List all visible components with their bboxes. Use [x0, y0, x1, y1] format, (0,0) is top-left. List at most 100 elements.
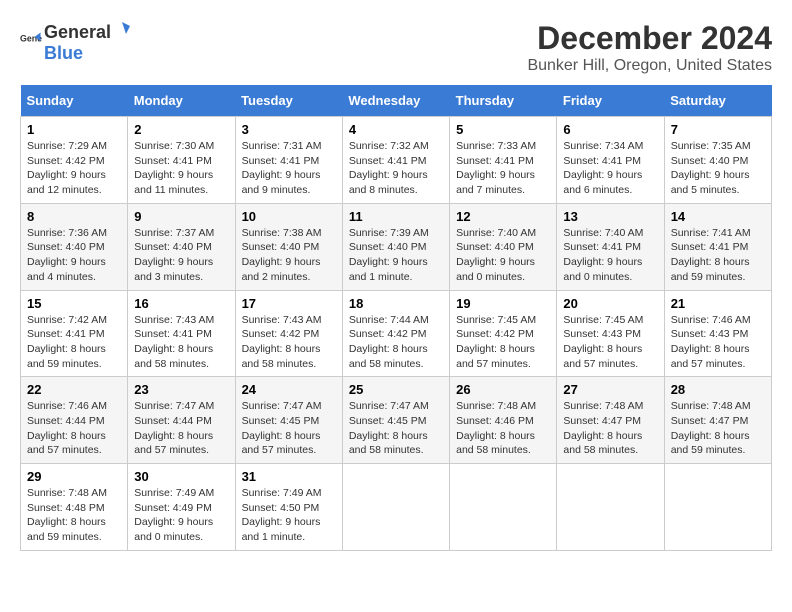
calendar-cell: 24Sunrise: 7:47 AM Sunset: 4:45 PM Dayli…	[235, 377, 342, 464]
calendar-week-row: 15 Sunrise: 7:42 AM Sunset: 4:41 PM Dayli…	[21, 290, 772, 377]
day-number: 17	[242, 296, 336, 311]
title-area: December 2024 Bunker Hill, Oregon, Unite…	[527, 20, 772, 75]
calendar-cell: 11 Sunrise: 7:39 AM Sunset: 4:40 PM Dayli…	[342, 203, 449, 290]
calendar-cell: 9 Sunrise: 7:37 AM Sunset: 4:40 PM Daylig…	[128, 203, 235, 290]
day-info: Sunrise: 7:46 AM Sunset: 4:43 PM Dayligh…	[671, 313, 765, 372]
calendar-cell: 27Sunrise: 7:48 AM Sunset: 4:47 PM Dayli…	[557, 377, 664, 464]
day-number: 26	[456, 382, 550, 397]
calendar-cell: 17Sunrise: 7:43 AM Sunset: 4:42 PM Dayli…	[235, 290, 342, 377]
day-info: Sunrise: 7:48 AM Sunset: 4:47 PM Dayligh…	[671, 399, 765, 458]
main-title: December 2024	[527, 20, 772, 57]
calendar-cell: 1Sunrise: 7:29 AM Sunset: 4:42 PM Daylig…	[21, 117, 128, 204]
day-number: 4	[349, 122, 443, 137]
day-number: 27	[563, 382, 657, 397]
day-info: Sunrise: 7:47 AM Sunset: 4:45 PM Dayligh…	[242, 399, 336, 458]
calendar-body: 1Sunrise: 7:29 AM Sunset: 4:42 PM Daylig…	[21, 117, 772, 551]
col-header-friday: Friday	[557, 85, 664, 117]
calendar-cell: 13 Sunrise: 7:40 AM Sunset: 4:41 PM Dayli…	[557, 203, 664, 290]
day-number: 23	[134, 382, 228, 397]
day-number: 20	[563, 296, 657, 311]
calendar-cell: 2Sunrise: 7:30 AM Sunset: 4:41 PM Daylig…	[128, 117, 235, 204]
day-number: 13	[563, 209, 657, 224]
col-header-saturday: Saturday	[664, 85, 771, 117]
day-info: Sunrise: 7:47 AM Sunset: 4:45 PM Dayligh…	[349, 399, 443, 458]
calendar-header-row: SundayMondayTuesdayWednesdayThursdayFrid…	[21, 85, 772, 117]
calendar-cell	[450, 464, 557, 551]
calendar-cell: 8 Sunrise: 7:36 AM Sunset: 4:40 PM Daylig…	[21, 203, 128, 290]
calendar-cell: 14Sunrise: 7:41 AM Sunset: 4:41 PM Dayli…	[664, 203, 771, 290]
day-number: 29	[27, 469, 121, 484]
day-info: Sunrise: 7:48 AM Sunset: 4:46 PM Dayligh…	[456, 399, 550, 458]
day-info: Sunrise: 7:41 AM Sunset: 4:41 PM Dayligh…	[671, 226, 765, 285]
day-info: Sunrise: 7:36 AM Sunset: 4:40 PM Dayligh…	[27, 226, 121, 285]
calendar-cell	[342, 464, 449, 551]
day-info: Sunrise: 7:31 AM Sunset: 4:41 PM Dayligh…	[242, 139, 336, 198]
day-info: Sunrise: 7:32 AM Sunset: 4:41 PM Dayligh…	[349, 139, 443, 198]
day-number: 15	[27, 296, 121, 311]
day-number: 8	[27, 209, 121, 224]
day-info: Sunrise: 7:49 AM Sunset: 4:50 PM Dayligh…	[242, 486, 336, 545]
col-header-wednesday: Wednesday	[342, 85, 449, 117]
calendar-cell: 23 Sunrise: 7:47 AM Sunset: 4:44 PM Dayli…	[128, 377, 235, 464]
day-number: 21	[671, 296, 765, 311]
day-number: 11	[349, 209, 443, 224]
day-number: 9	[134, 209, 228, 224]
col-header-thursday: Thursday	[450, 85, 557, 117]
day-number: 31	[242, 469, 336, 484]
day-number: 18	[349, 296, 443, 311]
calendar-cell: 3Sunrise: 7:31 AM Sunset: 4:41 PM Daylig…	[235, 117, 342, 204]
calendar-cell: 7 Sunrise: 7:35 AM Sunset: 4:40 PM Daylig…	[664, 117, 771, 204]
logo-general: General	[44, 22, 111, 43]
calendar-table: SundayMondayTuesdayWednesdayThursdayFrid…	[20, 85, 772, 551]
day-info: Sunrise: 7:42 AM Sunset: 4:41 PM Dayligh…	[27, 313, 121, 372]
day-info: Sunrise: 7:49 AM Sunset: 4:49 PM Dayligh…	[134, 486, 228, 545]
day-info: Sunrise: 7:46 AM Sunset: 4:44 PM Dayligh…	[27, 399, 121, 458]
calendar-cell: 16Sunrise: 7:43 AM Sunset: 4:41 PM Dayli…	[128, 290, 235, 377]
day-info: Sunrise: 7:34 AM Sunset: 4:41 PM Dayligh…	[563, 139, 657, 198]
day-number: 28	[671, 382, 765, 397]
day-number: 30	[134, 469, 228, 484]
col-header-monday: Monday	[128, 85, 235, 117]
calendar-cell: 6 Sunrise: 7:34 AM Sunset: 4:41 PM Daylig…	[557, 117, 664, 204]
day-number: 10	[242, 209, 336, 224]
logo: General General Blue	[20, 20, 131, 64]
day-info: Sunrise: 7:48 AM Sunset: 4:48 PM Dayligh…	[27, 486, 121, 545]
calendar-cell: 4 Sunrise: 7:32 AM Sunset: 4:41 PM Daylig…	[342, 117, 449, 204]
calendar-week-row: 22 Sunrise: 7:46 AM Sunset: 4:44 PM Dayli…	[21, 377, 772, 464]
day-info: Sunrise: 7:40 AM Sunset: 4:41 PM Dayligh…	[563, 226, 657, 285]
col-header-sunday: Sunday	[21, 85, 128, 117]
day-info: Sunrise: 7:37 AM Sunset: 4:40 PM Dayligh…	[134, 226, 228, 285]
calendar-cell: 15 Sunrise: 7:42 AM Sunset: 4:41 PM Dayli…	[21, 290, 128, 377]
day-number: 7	[671, 122, 765, 137]
day-info: Sunrise: 7:47 AM Sunset: 4:44 PM Dayligh…	[134, 399, 228, 458]
calendar-cell: 26 Sunrise: 7:48 AM Sunset: 4:46 PM Dayli…	[450, 377, 557, 464]
calendar-cell: 18 Sunrise: 7:44 AM Sunset: 4:42 PM Dayli…	[342, 290, 449, 377]
col-header-tuesday: Tuesday	[235, 85, 342, 117]
calendar-cell: 12 Sunrise: 7:40 AM Sunset: 4:40 PM Dayli…	[450, 203, 557, 290]
logo-icon: General	[20, 31, 42, 53]
day-number: 6	[563, 122, 657, 137]
day-info: Sunrise: 7:39 AM Sunset: 4:40 PM Dayligh…	[349, 226, 443, 285]
calendar-week-row: 1Sunrise: 7:29 AM Sunset: 4:42 PM Daylig…	[21, 117, 772, 204]
calendar-cell: 5Sunrise: 7:33 AM Sunset: 4:41 PM Daylig…	[450, 117, 557, 204]
calendar-cell	[664, 464, 771, 551]
day-number: 16	[134, 296, 228, 311]
day-info: Sunrise: 7:45 AM Sunset: 4:43 PM Dayligh…	[563, 313, 657, 372]
day-number: 5	[456, 122, 550, 137]
day-number: 22	[27, 382, 121, 397]
logo-blue: Blue	[44, 43, 131, 64]
day-info: Sunrise: 7:30 AM Sunset: 4:41 PM Dayligh…	[134, 139, 228, 198]
day-number: 19	[456, 296, 550, 311]
day-number: 12	[456, 209, 550, 224]
day-info: Sunrise: 7:29 AM Sunset: 4:42 PM Dayligh…	[27, 139, 121, 198]
calendar-cell: 19Sunrise: 7:45 AM Sunset: 4:42 PM Dayli…	[450, 290, 557, 377]
day-info: Sunrise: 7:44 AM Sunset: 4:42 PM Dayligh…	[349, 313, 443, 372]
calendar-week-row: 29 Sunrise: 7:48 AM Sunset: 4:48 PM Dayli…	[21, 464, 772, 551]
logo-triangle-icon	[112, 20, 130, 38]
day-info: Sunrise: 7:35 AM Sunset: 4:40 PM Dayligh…	[671, 139, 765, 198]
calendar-cell	[557, 464, 664, 551]
day-info: Sunrise: 7:40 AM Sunset: 4:40 PM Dayligh…	[456, 226, 550, 285]
calendar-cell: 20 Sunrise: 7:45 AM Sunset: 4:43 PM Dayli…	[557, 290, 664, 377]
calendar-week-row: 8 Sunrise: 7:36 AM Sunset: 4:40 PM Daylig…	[21, 203, 772, 290]
calendar-cell: 25Sunrise: 7:47 AM Sunset: 4:45 PM Dayli…	[342, 377, 449, 464]
